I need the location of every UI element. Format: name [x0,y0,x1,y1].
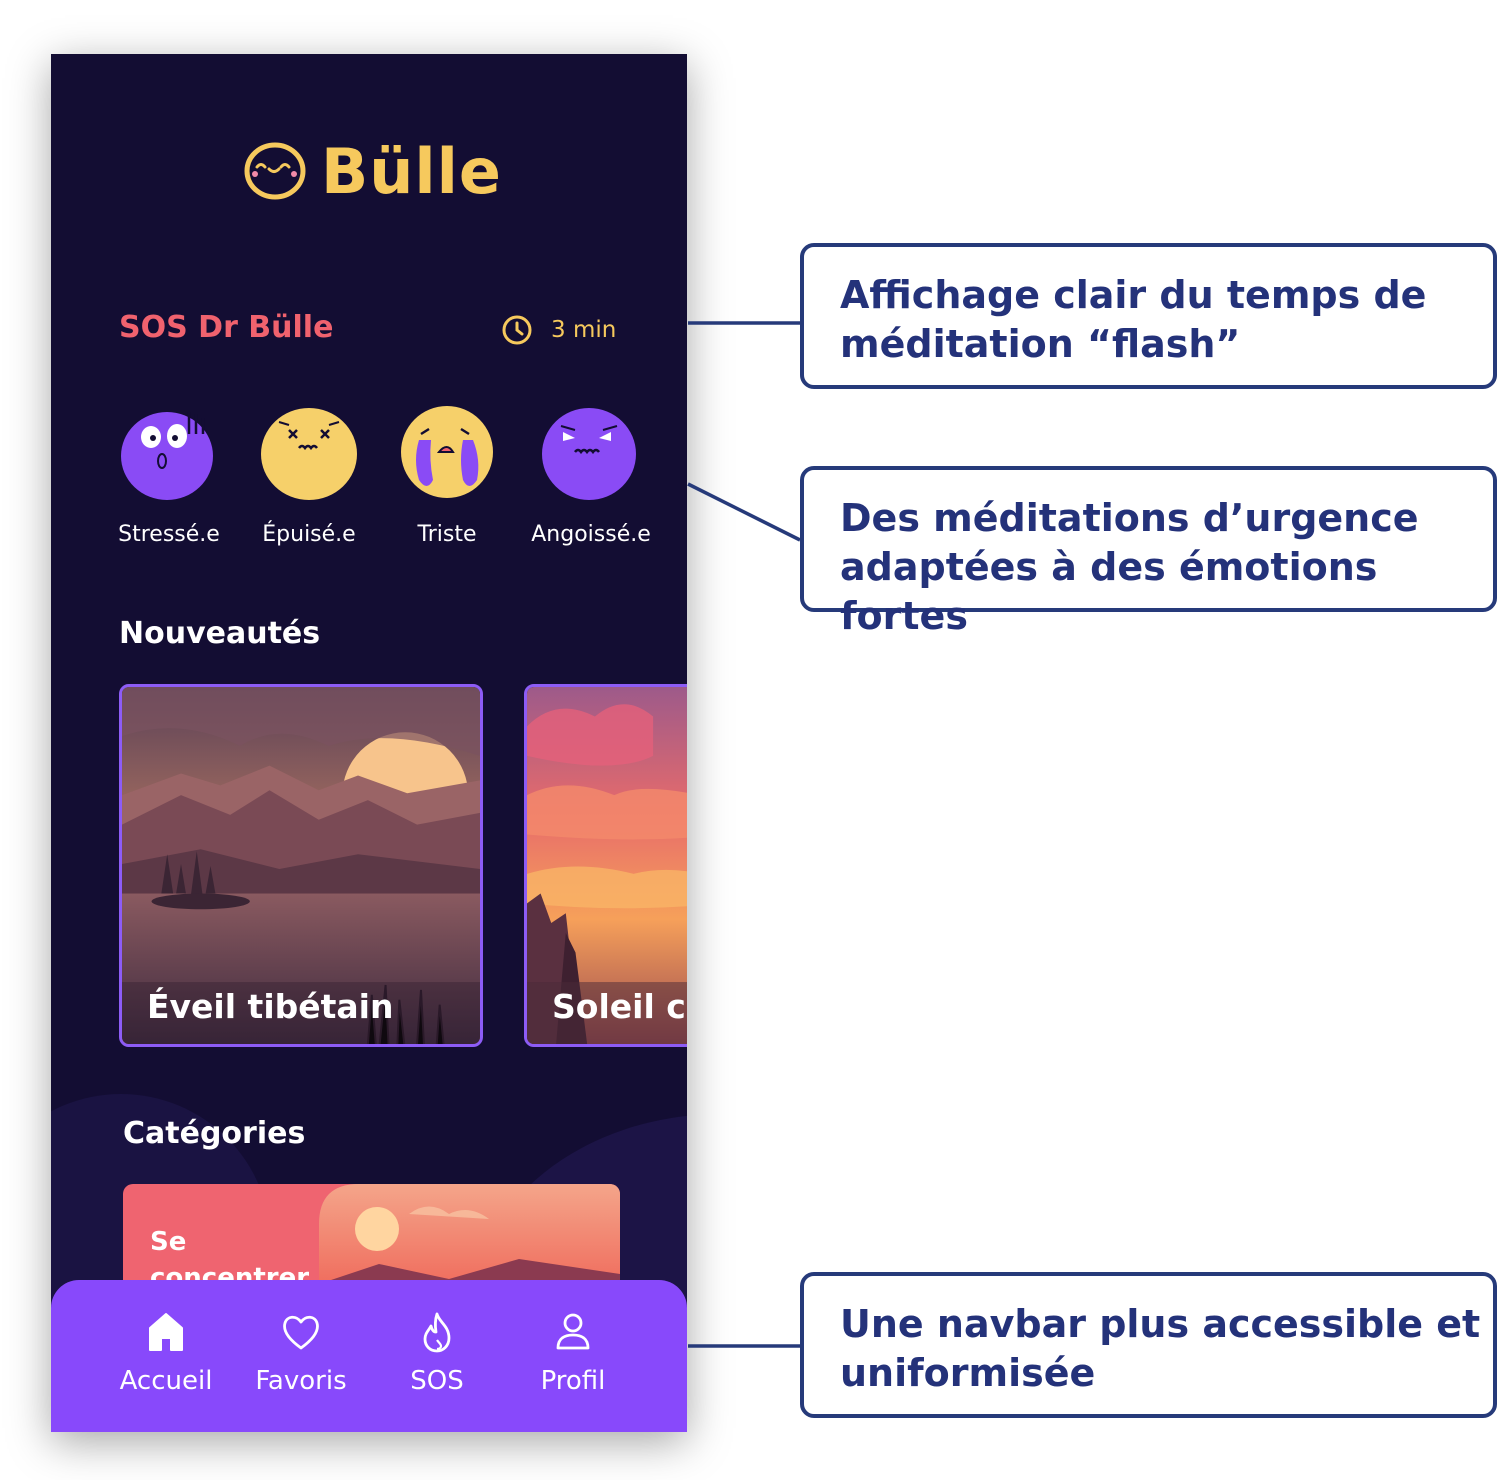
heart-icon [283,1315,319,1350]
meditation-card[interactable]: Soleil co [524,684,687,1047]
phone-screen: Bülle SOS Dr Bülle 3 min Stressé.e Épuis… [51,54,687,1432]
emotion-exhausted[interactable]: Épuisé.e [239,404,379,547]
nav-item-home[interactable]: Accueil [98,1310,234,1396]
annotation-line: adaptées à des émotions fortes [840,545,1378,638]
duration-text: 3 min [551,317,617,343]
news-section-title: Nouveautés [119,616,321,651]
app-logo: Bülle [243,135,502,208]
annotation-line: Des méditations d’urgence [840,496,1419,540]
nav-item-favorites[interactable]: Favoris [233,1310,369,1396]
bottom-navbar: Accueil Favoris SOS Profil [51,1280,687,1432]
card-title: Éveil tibétain [147,987,394,1026]
nav-item-sos[interactable]: SOS [369,1310,505,1396]
meditation-card[interactable]: Éveil tibétain [119,684,483,1047]
anxious-face-icon [542,408,636,500]
app-name: Bülle [321,134,502,208]
annotation-line: Une navbar plus accessible et [840,1302,1481,1346]
annotation-line: uniformisée [840,1351,1096,1395]
stressed-face-icon [121,412,213,500]
nav-label: Favoris [255,1366,347,1396]
emotion-sad[interactable]: Triste [377,404,517,547]
nav-label: Accueil [119,1366,213,1396]
annotation-callout: Des méditations d’urgence adaptées à des… [800,466,1497,638]
nav-label: SOS [410,1366,464,1396]
annotation-line: méditation “flash” [840,322,1241,366]
emotion-label: Triste [417,522,477,547]
flame-icon [423,1312,451,1353]
user-icon [556,1313,590,1350]
annotation-line: Affichage clair du temps de [840,273,1427,317]
home-icon [149,1313,183,1351]
sos-title[interactable]: SOS Dr Bülle [119,310,333,345]
emotion-list: Stressé.e Épuisé.e Triste Angoissé.e [51,404,687,554]
smiley-bubble-icon [244,142,306,200]
emotion-anxious[interactable]: Angoissé.e [521,404,661,547]
card-title: Soleil co [552,987,687,1026]
nav-item-profile[interactable]: Profil [505,1310,641,1396]
categories-section-title: Catégories [123,1116,306,1151]
annotation-callout: Une navbar plus accessible et uniformisé… [800,1272,1497,1418]
annotation-callout: Affichage clair du temps de méditation “… [800,243,1497,389]
exhausted-face-icon [261,408,357,500]
emotion-stressed[interactable]: Stressé.e [99,404,239,547]
emotion-label: Angoissé.e [531,522,651,547]
clock-icon [502,315,532,345]
emotion-label: Stressé.e [118,522,220,547]
nav-label: Profil [540,1366,606,1396]
emotion-label: Épuisé.e [262,522,356,547]
duration-indicator: 3 min [501,314,616,346]
crying-face-icon [401,406,493,498]
